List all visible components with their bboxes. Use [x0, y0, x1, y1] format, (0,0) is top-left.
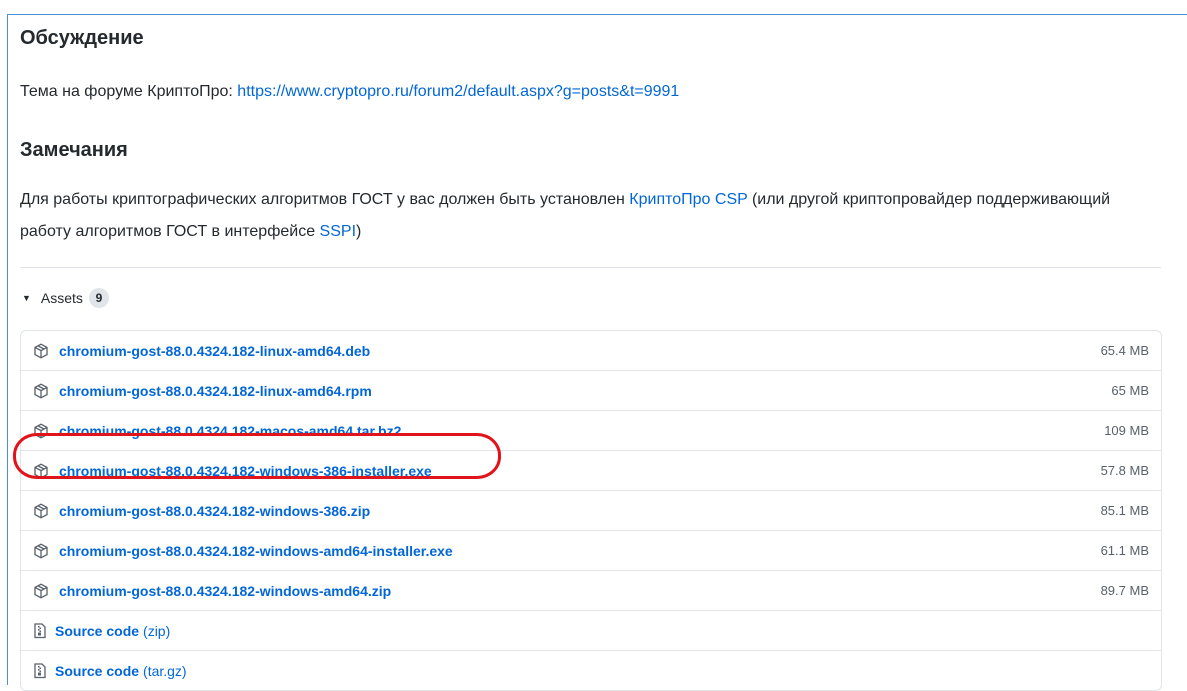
asset-link[interactable]: chromium-gost-88.0.4324.182-windows-386-… — [59, 463, 432, 479]
asset-size: 89.7 MB — [1100, 583, 1149, 598]
source-format: (zip) — [143, 622, 171, 639]
source-targz-link[interactable]: Source code (tar.gz) — [55, 663, 187, 679]
asset-row: chromium-gost-88.0.4324.182-windows-386-… — [21, 450, 1161, 490]
asset-link[interactable]: chromium-gost-88.0.4324.182-macos-amd64.… — [59, 423, 401, 439]
asset-link[interactable]: chromium-gost-88.0.4324.182-windows-386.… — [59, 503, 370, 519]
asset-row: chromium-gost-88.0.4324.182-windows-amd6… — [21, 570, 1161, 610]
package-icon — [34, 462, 48, 479]
asset-size: 65.4 MB — [1100, 343, 1149, 358]
notes-text-3: ) — [356, 223, 362, 240]
source-row: Source code (zip) — [21, 610, 1161, 650]
source-code-label: Source code — [55, 662, 140, 679]
asset-row: chromium-gost-88.0.4324.182-linux-amd64.… — [21, 370, 1161, 410]
source-format: (tar.gz) — [143, 662, 187, 679]
forum-link[interactable]: https://www.cryptopro.ru/forum2/default.… — [237, 83, 679, 100]
caret-down-icon: ▼ — [22, 293, 31, 303]
asset-row: chromium-gost-88.0.4324.182-linux-amd64.… — [21, 331, 1161, 370]
cryptopro-csp-link[interactable]: КриптоПро CSP — [629, 191, 747, 208]
discussion-paragraph: Тема на форуме КриптоПро: https://www.cr… — [20, 78, 679, 106]
assets-counter: 9 — [88, 288, 109, 308]
notes-heading: Замечания — [20, 139, 128, 161]
assets-toggle[interactable]: ▼ Assets 9 — [20, 286, 109, 310]
asset-link[interactable]: chromium-gost-88.0.4324.182-windows-amd6… — [59, 583, 391, 599]
package-icon — [34, 422, 48, 439]
asset-row: chromium-gost-88.0.4324.182-macos-amd64.… — [21, 410, 1161, 450]
asset-size: 65 MB — [1111, 383, 1149, 398]
assets-label: Assets — [40, 290, 83, 306]
source-zip-link[interactable]: Source code (zip) — [55, 623, 170, 639]
assets-list: chromium-gost-88.0.4324.182-linux-amd64.… — [20, 330, 1162, 691]
source-code-label: Source code — [55, 622, 140, 639]
package-icon — [34, 582, 48, 599]
asset-row: chromium-gost-88.0.4324.182-windows-amd6… — [21, 530, 1161, 570]
package-icon — [34, 342, 48, 359]
notes-text-1: Для работы криптографических алгоритмов … — [20, 191, 630, 208]
package-icon — [34, 542, 48, 559]
discussion-text: Тема на форуме КриптоПро: — [20, 83, 238, 100]
file-zip-icon — [34, 622, 46, 638]
package-icon — [34, 382, 48, 399]
asset-size: 85.1 MB — [1100, 503, 1149, 518]
asset-link[interactable]: chromium-gost-88.0.4324.182-linux-amd64.… — [59, 343, 370, 359]
package-icon — [34, 502, 48, 519]
asset-link[interactable]: chromium-gost-88.0.4324.182-linux-amd64.… — [59, 383, 372, 399]
asset-link[interactable]: chromium-gost-88.0.4324.182-windows-amd6… — [59, 543, 453, 559]
source-row: Source code (tar.gz) — [21, 650, 1161, 690]
file-zip-icon — [34, 662, 46, 678]
discussion-heading: Обсуждение — [20, 27, 144, 49]
sspi-link[interactable]: SSPI — [320, 223, 356, 240]
asset-row: chromium-gost-88.0.4324.182-windows-386.… — [21, 490, 1161, 530]
notes-paragraph: Для работы криптографических алгоритмов … — [20, 184, 1160, 248]
asset-size: 61.1 MB — [1100, 543, 1149, 558]
divider — [20, 267, 1161, 268]
asset-size: 57.8 MB — [1100, 463, 1149, 478]
asset-size: 109 MB — [1104, 423, 1149, 438]
